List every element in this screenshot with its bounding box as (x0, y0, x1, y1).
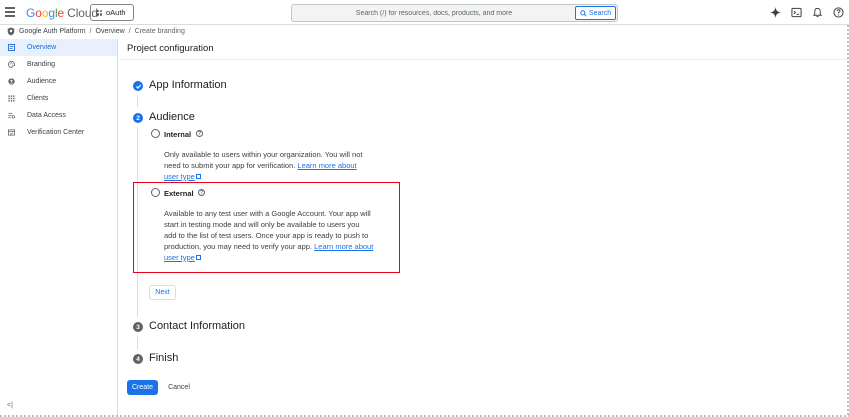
logo-letter: G (26, 6, 36, 20)
internal-radio[interactable] (151, 129, 160, 138)
external-link-icon (195, 255, 201, 260)
breadcrumb: Google Auth Platform / Overview / Create… (0, 25, 849, 38)
sidebar-item-label: Branding (27, 61, 56, 68)
top-bar: Google Cloud oAuth Search (0, 0, 849, 25)
step-number-badge: 3 (133, 322, 143, 332)
sidebar: Overview Branding Audience Clients Data … (0, 39, 118, 417)
internal-learn-more-link[interactable]: Learn more about (297, 161, 356, 170)
external-description: Available to any test user with a Google… (164, 208, 373, 263)
external-desc-line: start in testing mode and will only be a… (164, 220, 360, 229)
sidebar-item-audience[interactable]: Audience (0, 73, 117, 90)
external-help-icon[interactable]: ? (198, 189, 205, 196)
logo-google-text: Google (26, 6, 64, 20)
gemini-button[interactable] (769, 6, 782, 19)
google-cloud-logo[interactable]: Google Cloud (26, 6, 98, 20)
project-picker[interactable]: oAuth (90, 4, 134, 21)
sidebar-item-label: Audience (27, 78, 57, 85)
step-audience: Audience (149, 111, 195, 123)
collapse-sidebar-button[interactable]: <| (7, 402, 13, 409)
breadcrumb-auth-platform[interactable]: Google Auth Platform (19, 28, 86, 35)
external-desc-line: add to the list of test users. Once your… (164, 231, 369, 240)
breadcrumb-create-branding: Create branding (134, 28, 185, 35)
person-icon (8, 78, 15, 85)
logo-letter: o (35, 6, 42, 20)
breadcrumb-separator: / (128, 28, 131, 35)
internal-desc-line: Only available to users within your orga… (164, 150, 363, 159)
title-divider (119, 59, 849, 60)
sidebar-item-branding[interactable]: Branding (0, 56, 117, 73)
sidebar-item-label: Data Access (27, 112, 66, 119)
search-input[interactable] (292, 5, 576, 21)
page-title: Project configuration (127, 43, 214, 54)
sidebar-item-label: Clients (27, 95, 49, 102)
notifications-button[interactable] (811, 6, 824, 19)
next-button[interactable]: Next (149, 285, 176, 300)
internal-description: Only available to users within your orga… (164, 149, 362, 182)
internal-desc-line: need to submit your app for verification… (164, 161, 296, 170)
search-bar: Search (291, 4, 618, 22)
overview-icon (8, 44, 15, 51)
step-finish: Finish (149, 352, 179, 364)
sidebar-item-verification-center[interactable]: Verification Center (0, 124, 117, 141)
project-name: oAuth (106, 8, 126, 17)
sidebar-item-label: Verification Center (27, 129, 85, 136)
sidebar-item-clients[interactable]: Clients (0, 90, 117, 107)
step-number-badge: 4 (133, 354, 143, 364)
internal-help-icon[interactable]: ? (196, 130, 203, 137)
external-label[interactable]: External (164, 189, 194, 198)
step-app-information[interactable]: App Information (149, 79, 227, 91)
grid-icon (8, 95, 15, 102)
project-dots-icon (96, 9, 102, 16)
external-learn-more-link[interactable]: Learn more about (314, 242, 373, 251)
logo-letter: e (57, 6, 65, 20)
bell-icon (812, 7, 823, 18)
internal-label[interactable]: Internal (164, 130, 191, 139)
sidebar-item-overview[interactable]: Overview (0, 39, 117, 56)
step-number-badge: 2 (133, 113, 143, 123)
data-access-icon (8, 112, 15, 119)
step-contact-information: Contact Information (149, 320, 245, 332)
step-connector (137, 336, 138, 350)
external-radio[interactable] (151, 188, 160, 197)
help-icon (833, 7, 844, 18)
breadcrumb-overview[interactable]: Overview (96, 28, 125, 35)
cancel-button[interactable]: Cancel (165, 380, 193, 395)
external-desc-line: production, you may need to verify your … (164, 242, 313, 251)
cloud-shell-button[interactable] (790, 6, 803, 19)
search-icon (580, 9, 587, 17)
external-user-type-link[interactable]: user type (164, 253, 195, 262)
sidebar-item-label: Overview (27, 44, 57, 51)
search-button[interactable]: Search (575, 6, 616, 20)
verification-icon (8, 129, 15, 136)
search-button-label: Search (588, 9, 612, 17)
step-connector (137, 95, 138, 107)
internal-user-type-link[interactable]: user type (164, 172, 195, 181)
sparkle-icon (770, 7, 781, 18)
breadcrumb-separator: / (89, 28, 92, 35)
external-link-icon (195, 174, 201, 179)
logo-letter: g (48, 6, 55, 20)
step-complete-check-icon (133, 81, 143, 91)
palette-icon (8, 61, 15, 68)
shield-icon (7, 27, 15, 36)
external-desc-line: Available to any test user with a Google… (164, 209, 371, 218)
help-button[interactable] (832, 6, 845, 19)
terminal-icon (791, 7, 802, 18)
create-button[interactable]: Create (127, 380, 158, 395)
menu-icon[interactable] (5, 7, 15, 17)
sidebar-item-data-access[interactable]: Data Access (0, 107, 117, 124)
